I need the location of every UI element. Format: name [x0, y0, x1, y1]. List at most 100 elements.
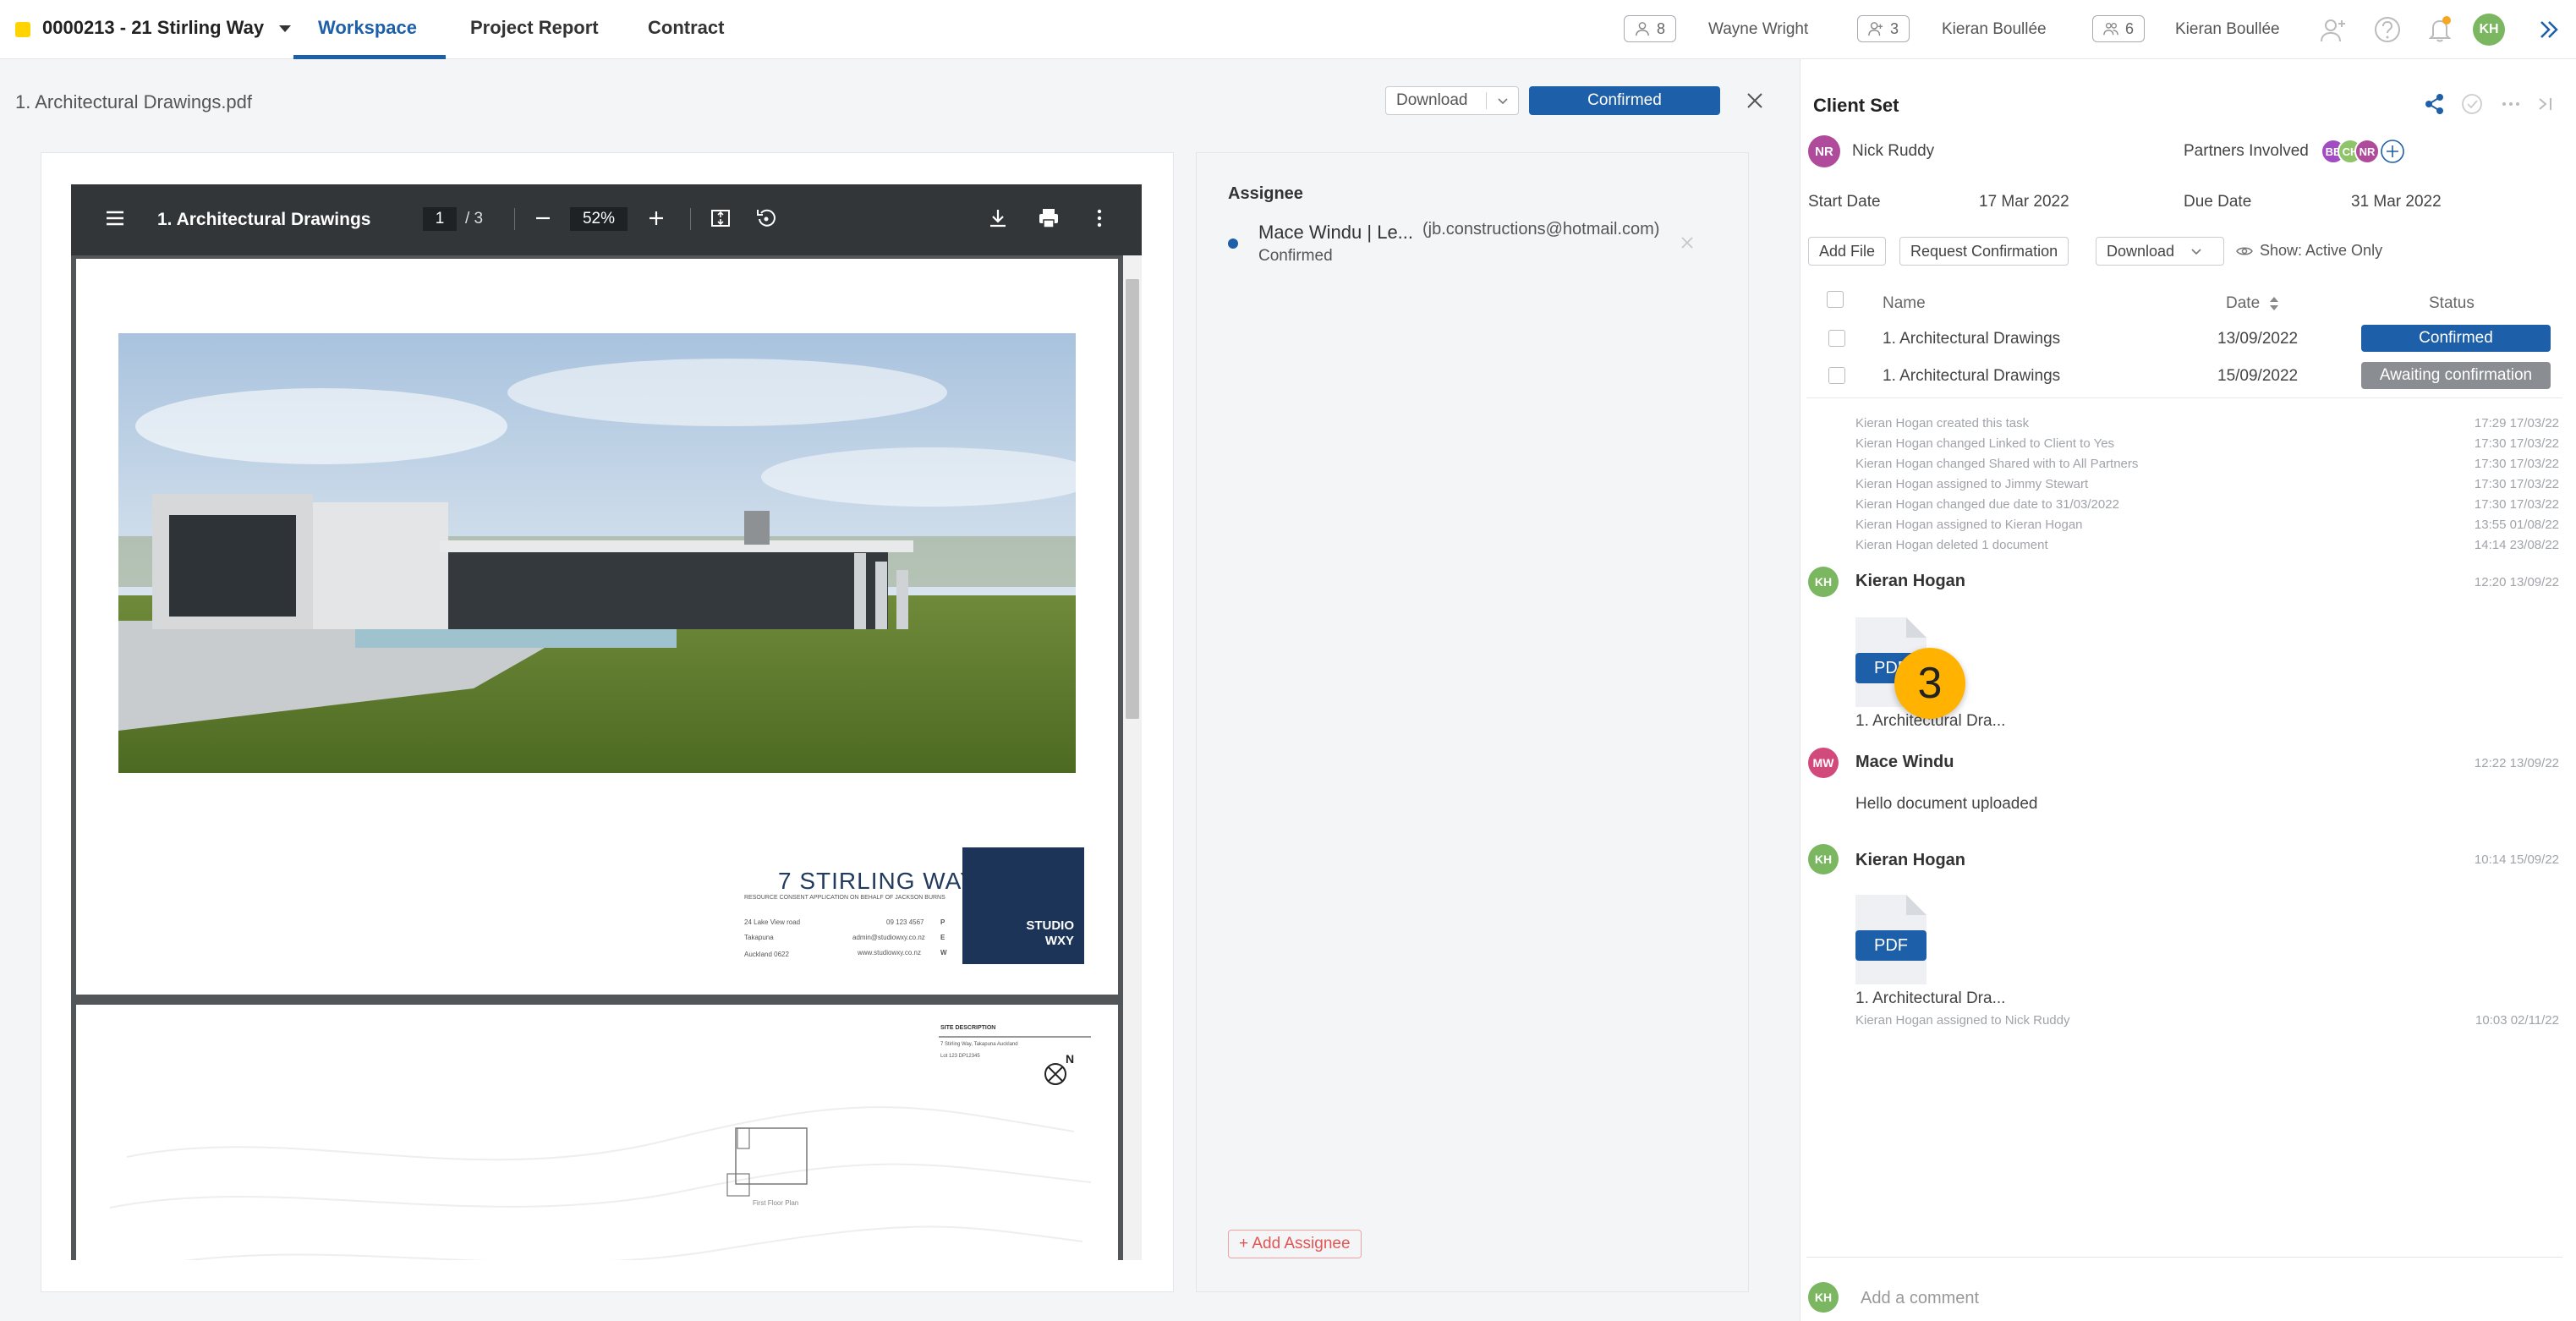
activity-item: Kieran Hogan assigned to Kieran Hogan: [1855, 518, 2083, 532]
partner-avatar-3[interactable]: NR: [2354, 139, 2380, 164]
web-tag: W: [940, 949, 947, 956]
partner-count-chip[interactable]: 6: [2092, 15, 2146, 42]
current-user-avatar[interactable]: KH: [2473, 14, 2505, 46]
row-checkbox[interactable]: [1828, 367, 1845, 384]
row-checkbox[interactable]: [1828, 330, 1845, 347]
comment-input[interactable]: [1861, 1289, 2453, 1308]
studio-logo-line-2: WXY: [1044, 934, 1074, 948]
team-count-chip[interactable]: 8: [1624, 15, 1677, 42]
more-vertical-icon[interactable]: [1086, 205, 1113, 232]
select-all-checkbox[interactable]: [1827, 291, 1844, 308]
tab-contract[interactable]: Contract: [648, 17, 724, 39]
panel-download-select[interactable]: Download: [2096, 237, 2224, 266]
panel-title: Client Set: [1813, 95, 1899, 116]
column-header-date[interactable]: Date: [2226, 294, 2280, 313]
share-icon[interactable]: [2422, 91, 2447, 117]
team-user-name: Wayne Wright: [1708, 20, 1809, 38]
person-icon: [1636, 22, 1649, 36]
assignee-status: Confirmed: [1258, 247, 1333, 265]
activity-time: 17:30 17/03/22: [2474, 457, 2559, 471]
tab-project-report[interactable]: Project Report: [470, 17, 599, 39]
client-count: 3: [1890, 19, 1899, 37]
eye-icon: [2236, 247, 2253, 255]
activity-item: Kieran Hogan changed Shared with to All …: [1855, 457, 2139, 471]
studio-website: www.studiowxy.co.nz: [858, 949, 921, 956]
phone-tag: P: [940, 918, 945, 926]
comment-time: 12:22 13/09/22: [2474, 756, 2559, 770]
complete-check-icon[interactable]: [2459, 91, 2485, 117]
project-name[interactable]: 0000213 - 21 Stirling Way: [42, 17, 264, 39]
project-subheading: RESOURCE CONSENT APPLICATION ON BEHALF O…: [744, 895, 945, 901]
remove-assignee-icon[interactable]: [1678, 233, 1696, 252]
more-horizontal-icon[interactable]: [2498, 91, 2524, 117]
pdf-file-label: PDF: [1855, 930, 1927, 961]
due-date-label: Due Date: [2184, 193, 2252, 211]
help-icon[interactable]: [2373, 15, 2402, 44]
download-select-label: Download: [1396, 91, 1468, 109]
zoom-in-icon[interactable]: [643, 205, 670, 232]
activity-time: 13:55 01/08/22: [2474, 518, 2559, 532]
pdf-page-area[interactable]: 7 STIRLING WAY RESOURCE CONSENT APPLICAT…: [71, 255, 1142, 1260]
comment-initials: MW: [1812, 756, 1834, 770]
column-header-status: Status: [2429, 294, 2475, 312]
menu-icon[interactable]: [101, 205, 129, 232]
show-active-toggle[interactable]: Show: Active Only: [2236, 242, 2382, 260]
comment-initials: KH: [1814, 852, 1833, 866]
add-file-button[interactable]: Add File: [1808, 237, 1887, 266]
owner-name: Nick Ruddy: [1852, 142, 1935, 160]
email-tag: E: [940, 934, 945, 941]
collapse-panel-icon[interactable]: [2534, 15, 2562, 44]
toolbar-divider: [690, 208, 691, 230]
panel-download-label: Download: [2107, 242, 2175, 260]
column-header-name[interactable]: Name: [1883, 294, 1926, 313]
file-name[interactable]: 1. Architectural Drawings: [1883, 367, 2060, 386]
status-badge-awaiting: Awaiting confirmation: [2361, 362, 2551, 389]
assignee-name: Mace Windu | Le...: [1258, 222, 1414, 243]
tab-workspace[interactable]: Workspace: [318, 17, 417, 39]
notification-bell-icon[interactable]: [2425, 15, 2454, 44]
person-add-icon: [1868, 22, 1883, 36]
studio-email: admin@studiowxy.co.nz: [852, 934, 925, 941]
close-icon[interactable]: [1742, 88, 1768, 113]
activity-time: 17:30 17/03/22: [2474, 497, 2559, 512]
invite-user-icon[interactable]: [2319, 15, 2348, 44]
comment-divider: [1806, 1257, 2562, 1258]
print-icon[interactable]: [1035, 205, 1062, 232]
request-confirmation-button[interactable]: Request Confirmation: [1899, 237, 2069, 266]
file-name[interactable]: 1. Architectural Drawings: [1883, 330, 2060, 348]
site-description-heading: SITE DESCRIPTION: [940, 1025, 996, 1031]
add-assignee-button[interactable]: + Add Assignee: [1228, 1230, 1362, 1258]
page-count: / 3: [465, 210, 484, 227]
owner-avatar: NR: [1808, 135, 1840, 167]
confirmed-button[interactable]: Confirmed: [1529, 86, 1720, 115]
activity-time: 10:03 02/11/22: [2475, 1013, 2559, 1028]
zoom-level-input[interactable]: 52%: [570, 207, 628, 231]
start-date-value[interactable]: 17 Mar 2022: [1979, 193, 2069, 211]
activity-item: Kieran Hogan changed Linked to Client to…: [1855, 436, 2115, 451]
file-date: 15/09/2022: [2217, 367, 2299, 385]
site-lot: Lot 123 DP12345: [940, 1054, 980, 1059]
download-select[interactable]: Download: [1385, 86, 1519, 115]
project-dropdown-icon[interactable]: [279, 25, 291, 32]
client-count-chip[interactable]: 3: [1857, 15, 1910, 42]
attached-file-name[interactable]: 1. Architectural Dra...: [1855, 989, 2005, 1008]
close-panel-icon[interactable]: [2532, 91, 2557, 117]
page-number-input[interactable]: 1: [423, 207, 457, 231]
add-partner-icon[interactable]: [2380, 139, 2405, 164]
due-date-value[interactable]: 31 Mar 2022: [2351, 193, 2442, 211]
architectural-render-image: [118, 333, 1076, 773]
start-date-label: Start Date: [1808, 193, 1881, 211]
comment-avatar: MW: [1808, 748, 1839, 778]
file-date: 13/09/2022: [2217, 330, 2299, 348]
project-heading: 7 STIRLING WAY: [778, 868, 977, 894]
download-icon[interactable]: [984, 205, 1011, 232]
pdf-scrollbar-thumb[interactable]: [1126, 279, 1139, 719]
north-arrow-label: N: [1066, 1052, 1075, 1066]
comment-input-avatar: KH: [1808, 1282, 1839, 1313]
rotate-icon[interactable]: [753, 205, 780, 232]
fit-page-icon[interactable]: [707, 205, 734, 232]
zoom-out-icon[interactable]: [529, 205, 556, 232]
activity-item: Kieran Hogan deleted 1 document: [1855, 538, 2048, 552]
activity-item: Kieran Hogan assigned to Nick Ruddy: [1855, 1013, 2070, 1028]
toolbar-divider: [514, 208, 515, 230]
